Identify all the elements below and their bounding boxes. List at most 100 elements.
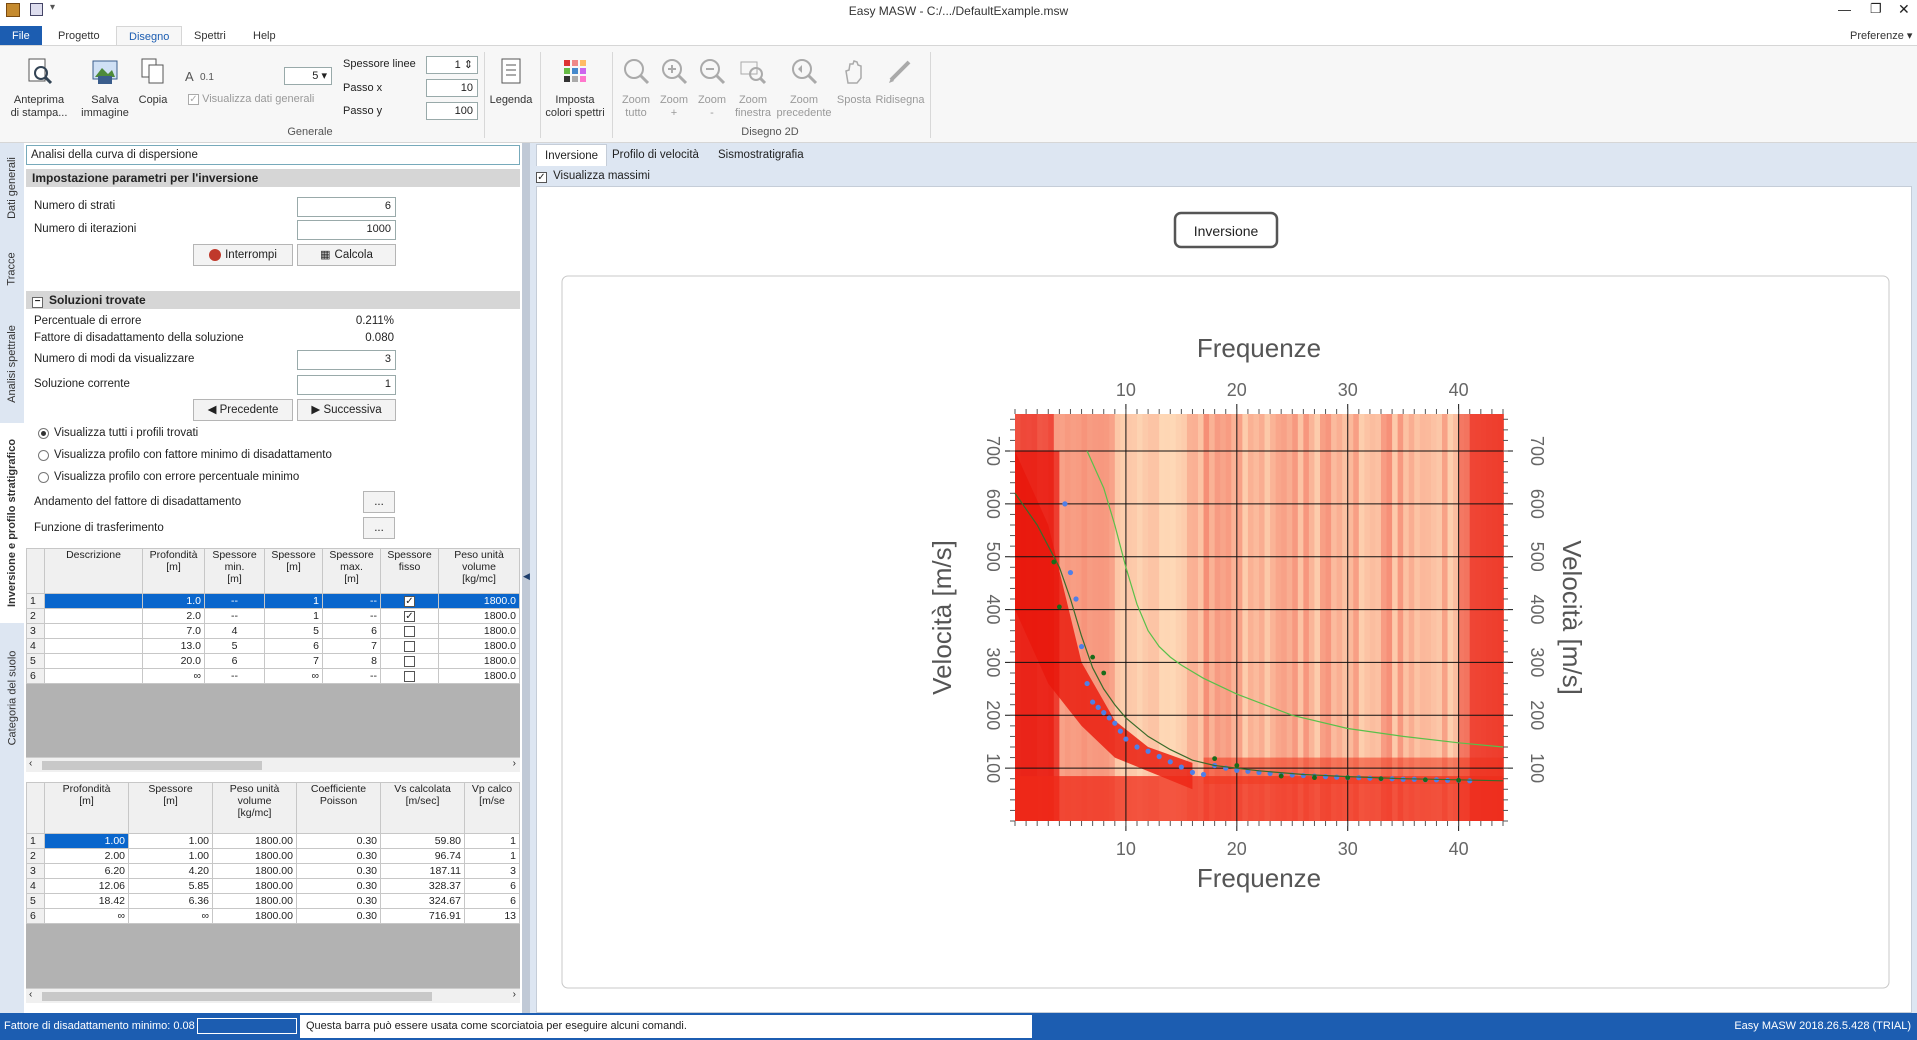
results-grid[interactable]: Profondità [m] Spessore [m] Peso unità v… xyxy=(26,782,520,924)
cell[interactable]: ∞ xyxy=(129,909,213,924)
cell[interactable]: 1.00 xyxy=(129,849,213,864)
cell[interactable]: 4.20 xyxy=(129,864,213,879)
cell[interactable]: -- xyxy=(323,669,381,684)
cell[interactable]: -- xyxy=(205,609,265,624)
cell[interactable]: 96.74 xyxy=(381,849,465,864)
scroll-right-icon[interactable]: › xyxy=(513,989,516,1000)
table-row[interactable]: 5 18.42 6.36 1800.00 0.30 324.67 6 xyxy=(27,894,520,909)
panel-splitter[interactable]: ◀ xyxy=(522,143,530,1013)
tab-help[interactable]: Help xyxy=(241,26,288,46)
cell[interactable]: 2.0 xyxy=(143,609,205,624)
zoom-window-button[interactable]: Zoom finestra xyxy=(728,56,778,120)
vtab-analisi-spettrale[interactable]: Analisi spettrale xyxy=(0,309,24,419)
table-row[interactable]: 6 ∞ ∞ 1800.00 0.30 716.91 13 xyxy=(27,909,520,924)
font-size-select[interactable]: 5 ▾ xyxy=(284,67,332,85)
cell[interactable]: ∞ xyxy=(143,669,205,684)
fixed-checkbox-cell[interactable]: ✓ xyxy=(381,594,439,609)
cell[interactable]: 1.00 xyxy=(45,834,129,849)
cell[interactable]: 8 xyxy=(323,654,381,669)
cell[interactable]: 12.06 xyxy=(45,879,129,894)
checkbox-checked-icon[interactable]: ✓ xyxy=(404,596,415,607)
cell[interactable]: 6 xyxy=(323,624,381,639)
table-row[interactable]: 3 7.0 4 5 6 1800.0 xyxy=(27,624,520,639)
cell[interactable] xyxy=(45,624,143,639)
scroll-left-icon[interactable]: ‹ xyxy=(29,989,32,1000)
cell[interactable]: 0.30 xyxy=(297,894,381,909)
collapse-arrow-icon[interactable]: ◀ xyxy=(523,571,530,582)
cell[interactable]: ∞ xyxy=(45,909,129,924)
calculate-button[interactable]: ▦ Calcola xyxy=(297,244,396,266)
vtab-tracce[interactable]: Tracce xyxy=(0,241,24,297)
cell[interactable]: 1800.0 xyxy=(439,669,520,684)
step-y-input[interactable]: 100 xyxy=(426,102,478,120)
table-row[interactable]: 2 2.00 1.00 1800.00 0.30 96.74 1 xyxy=(27,849,520,864)
cell[interactable]: 0.30 xyxy=(297,849,381,864)
zoom-all-button[interactable]: Zoom tutto xyxy=(614,56,658,120)
line-thickness-spinner[interactable]: 1 ⇕ xyxy=(426,56,478,74)
cell[interactable]: 3 xyxy=(465,864,520,879)
results-grid-hscrollbar[interactable]: ‹ › xyxy=(26,988,520,1003)
cell[interactable]: ∞ xyxy=(265,669,323,684)
fixed-checkbox-cell[interactable] xyxy=(381,639,439,654)
fixed-checkbox-cell[interactable] xyxy=(381,669,439,684)
cell[interactable]: 1.00 xyxy=(129,834,213,849)
cell[interactable]: 1800.0 xyxy=(439,594,520,609)
cell[interactable]: 1 xyxy=(465,849,520,864)
cell[interactable]: -- xyxy=(205,594,265,609)
fixed-checkbox-cell[interactable] xyxy=(381,654,439,669)
cell[interactable] xyxy=(45,594,143,609)
cell[interactable] xyxy=(45,609,143,624)
checkbox-checked-icon[interactable]: ✓ xyxy=(404,611,415,622)
move-button[interactable]: Sposta xyxy=(834,56,874,107)
scroll-left-icon[interactable]: ‹ xyxy=(29,758,32,769)
cell[interactable]: 6 xyxy=(265,639,323,654)
cell[interactable]: 187.11 xyxy=(381,864,465,879)
fixed-checkbox-cell[interactable]: ✓ xyxy=(381,609,439,624)
transfer-function-button[interactable]: ... xyxy=(363,517,395,539)
tab-spettri[interactable]: Spettri xyxy=(182,26,238,46)
table-row[interactable]: 4 12.06 5.85 1800.00 0.30 328.37 6 xyxy=(27,879,520,894)
table-row[interactable]: 2 2.0 -- 1 -- ✓ 1800.0 xyxy=(27,609,520,624)
scroll-right-icon[interactable]: › xyxy=(513,758,516,769)
table-row[interactable]: 1 1.0 -- 1 -- ✓ 1800.0 xyxy=(27,594,520,609)
radio-all-profiles[interactable] xyxy=(38,428,49,439)
cell[interactable]: 20.0 xyxy=(143,654,205,669)
cell[interactable] xyxy=(45,639,143,654)
cell[interactable] xyxy=(45,669,143,684)
cell[interactable]: 0.30 xyxy=(297,879,381,894)
tab-progetto[interactable]: Progetto xyxy=(46,26,112,46)
vtab-categoria-suolo[interactable]: Categoria del suolo xyxy=(0,628,24,768)
num-layers-input[interactable]: 6 xyxy=(297,197,396,217)
cell[interactable]: 1 xyxy=(265,609,323,624)
dispersion-analysis-field[interactable]: Analisi della curva di dispersione xyxy=(26,145,520,165)
table-row[interactable]: 3 6.20 4.20 1800.00 0.30 187.11 3 xyxy=(27,864,520,879)
vtab-dati-generali[interactable]: Dati generali xyxy=(0,148,24,228)
collapse-icon[interactable]: − xyxy=(32,297,43,308)
cell[interactable]: 7.0 xyxy=(143,624,205,639)
table-row[interactable]: 4 13.0 5 6 7 1800.0 xyxy=(27,639,520,654)
cell[interactable]: 1800.00 xyxy=(213,894,297,909)
tab-disegno[interactable]: Disegno xyxy=(116,26,182,46)
cell[interactable]: 1800.00 xyxy=(213,879,297,894)
radio-min-error[interactable] xyxy=(38,472,49,483)
cell[interactable]: 1800.00 xyxy=(213,909,297,924)
scroll-thumb[interactable] xyxy=(42,992,432,1001)
zoom-in-button[interactable]: Zoom + xyxy=(654,56,694,120)
cell[interactable]: 1800.00 xyxy=(213,849,297,864)
current-solution-input[interactable]: 1 xyxy=(297,375,396,395)
redraw-button[interactable]: Ridisegna xyxy=(874,56,926,107)
restore-icon[interactable]: ❐ xyxy=(1870,1,1882,17)
cell[interactable]: 1 xyxy=(265,594,323,609)
minimize-icon[interactable]: — xyxy=(1838,2,1851,17)
cell[interactable]: 1800.0 xyxy=(439,639,520,654)
cell[interactable]: 7 xyxy=(265,654,323,669)
table-row[interactable]: 6 ∞ -- ∞ -- 1800.0 xyxy=(27,669,520,684)
next-button[interactable]: ▶ Successiva xyxy=(297,399,396,421)
cell[interactable]: 1800.0 xyxy=(439,624,520,639)
cell[interactable]: -- xyxy=(323,594,381,609)
step-x-input[interactable]: 10 xyxy=(426,79,478,97)
save-image-button[interactable]: Salva immagine xyxy=(76,56,134,120)
cell[interactable]: -- xyxy=(205,669,265,684)
layers-grid-hscrollbar[interactable]: ‹ › xyxy=(26,757,520,772)
cell[interactable]: 59.80 xyxy=(381,834,465,849)
